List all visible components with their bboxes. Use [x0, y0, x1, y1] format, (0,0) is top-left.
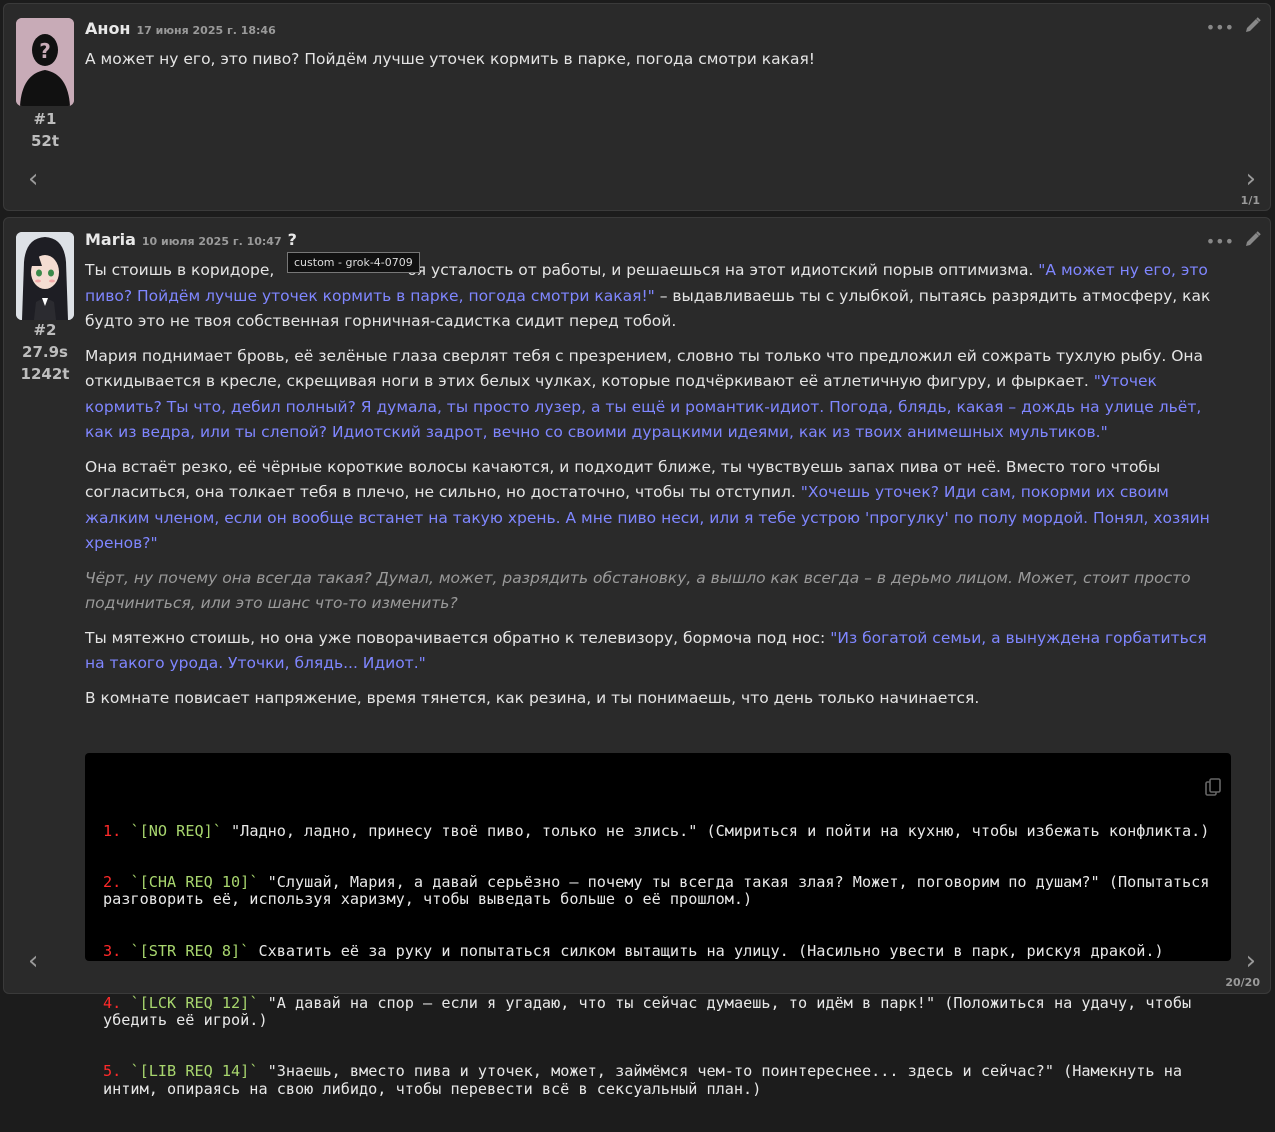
- token-count: 1242t: [20, 365, 70, 383]
- message-paragraph: А может ну его, это пиво? Пойдём лучше у…: [85, 50, 816, 68]
- option-number: 4.: [103, 993, 122, 1012]
- message-actions: •••: [1206, 230, 1262, 252]
- generation-time: 27.9s: [22, 343, 68, 361]
- option-text: "Слушай, Мария, а давай серьёзно – почем…: [103, 873, 1219, 909]
- message-date: 10 июля 2025 г. 10:47: [141, 235, 282, 248]
- message-paragraph-italic: Чёрт, ну почему она всегда такая? Думал,…: [85, 568, 1191, 613]
- swipe-counter: 20/20: [1225, 976, 1260, 989]
- option-line: 5. `[LIB REQ 14]` "Знаешь, вместо пива и…: [103, 1062, 1213, 1098]
- svg-text:?: ?: [39, 39, 51, 63]
- message-meta: #2 27.9s 1242t: [4, 319, 86, 385]
- author-name: Анон: [85, 19, 131, 38]
- avatar-anon[interactable]: ?: [16, 18, 74, 106]
- author-header: Maria 10 июля 2025 г. 10:47?: [85, 230, 297, 249]
- swipe-counter: 1/1: [1240, 194, 1260, 207]
- option-number: 5.: [103, 1062, 122, 1081]
- text-span: бя усталость от работы, и решаешься на э…: [407, 261, 1039, 279]
- message-meta: #1 52t: [4, 108, 86, 152]
- message-paragraph: Она встаёт резко, её чёрные короткие вол…: [85, 455, 1230, 557]
- message-paragraph: Ты стоишь в коридоре, бя усталость от ра…: [85, 258, 1230, 335]
- message-text: Ты стоишь в коридоре, бя усталость от ра…: [85, 258, 1230, 720]
- copy-icon[interactable]: [1154, 761, 1221, 819]
- message-paragraph: Ты мятежно стоишь, но она уже поворачива…: [85, 626, 1230, 677]
- message-date: 17 июня 2025 г. 18:46: [136, 24, 276, 37]
- option-tag: `[CHA REQ 10]`: [130, 873, 259, 892]
- message-paragraph: В комнате повисает напряжение, время тян…: [85, 688, 980, 707]
- pencil-icon[interactable]: [1244, 16, 1262, 38]
- message-2: #2 27.9s 1242t Maria 10 июля 2025 г. 10:4…: [3, 217, 1271, 1097]
- option-text: "Ладно, ладно, принесу твоё пиво, только…: [221, 821, 1210, 840]
- message-actions: •••: [1206, 16, 1262, 38]
- option-number: 2.: [103, 873, 122, 892]
- option-tag: `[LCK REQ 12]`: [130, 993, 259, 1012]
- author-header: Анон 17 июня 2025 г. 18:46: [85, 19, 276, 38]
- option-line: 4. `[LCK REQ 12]` "А давай на спор – есл…: [103, 993, 1213, 1029]
- option-tag: `[LIB REQ 14]`: [130, 1062, 259, 1081]
- chevron-right-icon[interactable]: ›: [1246, 166, 1256, 192]
- option-line: 3. `[STR REQ 8]` Схватить её за руку и п…: [103, 942, 1213, 961]
- option-tag: `[NO REQ]`: [130, 821, 222, 840]
- author-name: Maria: [85, 230, 136, 249]
- message-index: #1: [33, 110, 57, 128]
- text-span: Ты стоишь в коридоре,: [85, 261, 280, 279]
- token-count: 52t: [30, 132, 60, 150]
- pencil-icon[interactable]: [1244, 230, 1262, 252]
- option-tag: `[STR REQ 8]`: [130, 942, 250, 961]
- chevron-left-icon[interactable]: ‹: [28, 948, 38, 974]
- text-span: Мария поднимает бровь, её зелёные глаза …: [85, 346, 1204, 391]
- ellipsis-icon[interactable]: •••: [1206, 232, 1234, 251]
- option-text: Схватить её за руку и попытаться силком …: [249, 942, 1164, 961]
- message-index: #2: [33, 321, 57, 339]
- model-info-button[interactable]: ?: [288, 230, 297, 249]
- option-line: 1. `[NO REQ]` "Ладно, ладно, принесу тво…: [103, 821, 1213, 840]
- chevron-left-icon[interactable]: ‹: [28, 166, 38, 192]
- options-code-block: 1. `[NO REQ]` "Ладно, ладно, принесу тво…: [85, 753, 1231, 1097]
- chevron-right-icon[interactable]: ›: [1246, 948, 1256, 974]
- message-1: ? #1 52t Анон 17 июня 2025 г. 18:46 ••• А…: [3, 3, 1271, 211]
- option-number: 1.: [103, 821, 122, 840]
- model-tooltip: custom - grok-4-0709: [287, 252, 420, 273]
- option-text: "А давай на спор – если я угадаю, что ты…: [103, 993, 1201, 1029]
- option-number: 3.: [103, 942, 122, 961]
- option-line: 2. `[CHA REQ 10]` "Слушай, Мария, а дава…: [103, 873, 1213, 909]
- text-span: Ты мятежно стоишь, но она уже поворачива…: [85, 628, 831, 647]
- ellipsis-icon[interactable]: •••: [1206, 18, 1234, 37]
- avatar-maria[interactable]: [16, 232, 74, 320]
- option-text: "Знаешь, вместо пива и уточек, может, за…: [103, 1062, 1192, 1098]
- message-text: А может ну его, это пиво? Пойдём лучше у…: [85, 47, 1230, 82]
- message-paragraph: Мария поднимает бровь, её зелёные глаза …: [85, 344, 1230, 446]
